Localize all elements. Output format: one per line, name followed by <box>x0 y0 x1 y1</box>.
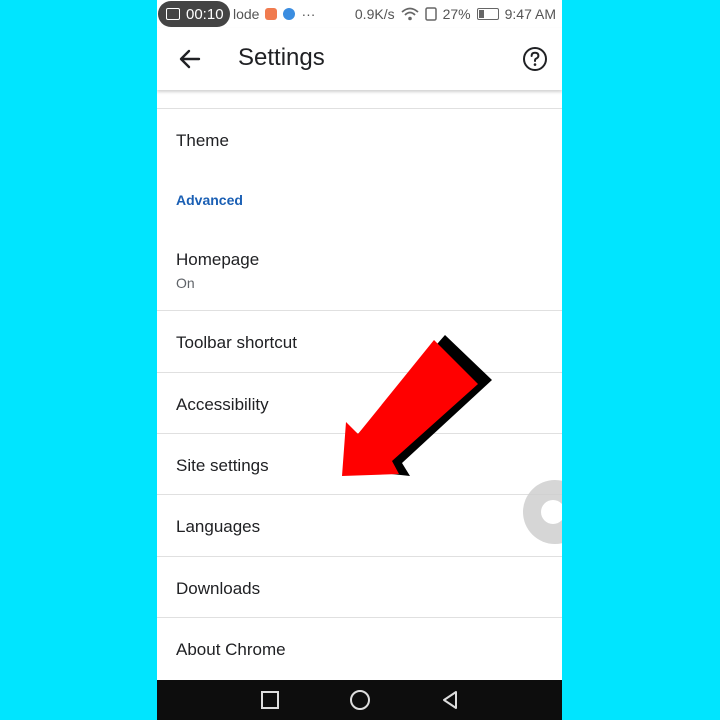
settings-item-languages[interactable]: Languages <box>157 495 562 556</box>
arrow-left-icon[interactable] <box>177 46 203 72</box>
settings-item-downloads[interactable]: Downloads <box>157 557 562 617</box>
more-notifications-icon: ··· <box>301 6 316 22</box>
status-bar: 00:10 lode ··· 0.9K/s 27% 9:47 AM <box>157 0 562 28</box>
circle-icon[interactable] <box>350 690 370 710</box>
video-camera-icon <box>166 8 180 20</box>
clock: 9:47 AM <box>504 6 556 22</box>
notification-app-icon <box>265 8 278 20</box>
about-chrome-label: About Chrome <box>176 640 286 659</box>
phone-screen: 00:10 lode ··· 0.9K/s 27% 9:47 AM Settin… <box>157 0 562 720</box>
theme-label: Theme <box>176 131 229 150</box>
navigation-bar <box>157 680 562 720</box>
toolbar-shortcut-label: Toolbar shortcut <box>176 333 297 352</box>
screen-record-indicator[interactable]: 00:10 <box>158 1 230 27</box>
settings-item-homepage[interactable]: Homepage On <box>157 232 562 310</box>
battery-percent: 27% <box>442 6 471 22</box>
downloads-label: Downloads <box>176 579 261 598</box>
triangle-back-icon[interactable] <box>441 690 459 710</box>
app-bar: Settings <box>157 28 562 90</box>
sim-card-icon <box>424 7 437 21</box>
settings-item-accessibility[interactable]: Accessibility <box>157 373 562 433</box>
network-speed: 0.9K/s <box>354 6 395 22</box>
homepage-label: Homepage <box>176 250 260 269</box>
languages-label: Languages <box>176 517 261 536</box>
section-advanced: Advanced <box>157 172 562 232</box>
wifi-icon <box>401 7 419 21</box>
square-icon[interactable] <box>261 691 279 709</box>
battery-icon <box>476 8 499 20</box>
facebook-icon <box>283 8 296 20</box>
homepage-status: On <box>176 275 195 291</box>
settings-item-theme[interactable]: Theme <box>157 109 562 171</box>
page-title: Settings <box>238 44 325 71</box>
accessibility-label: Accessibility <box>176 395 269 414</box>
recording-time: 00:10 <box>186 5 224 23</box>
settings-item-about-chrome[interactable]: About Chrome <box>157 618 562 680</box>
help-circle-icon[interactable] <box>522 46 548 72</box>
status-app-text: lode <box>233 6 260 22</box>
status-left-group: lode ··· <box>233 6 315 22</box>
advanced-header: Advanced <box>176 192 243 208</box>
status-right-group: 0.9K/s 27% 9:47 AM <box>355 6 556 22</box>
settings-item-site-settings[interactable]: Site settings <box>157 434 562 494</box>
settings-item-toolbar-shortcut[interactable]: Toolbar shortcut <box>157 311 562 372</box>
site-settings-label: Site settings <box>176 456 269 475</box>
